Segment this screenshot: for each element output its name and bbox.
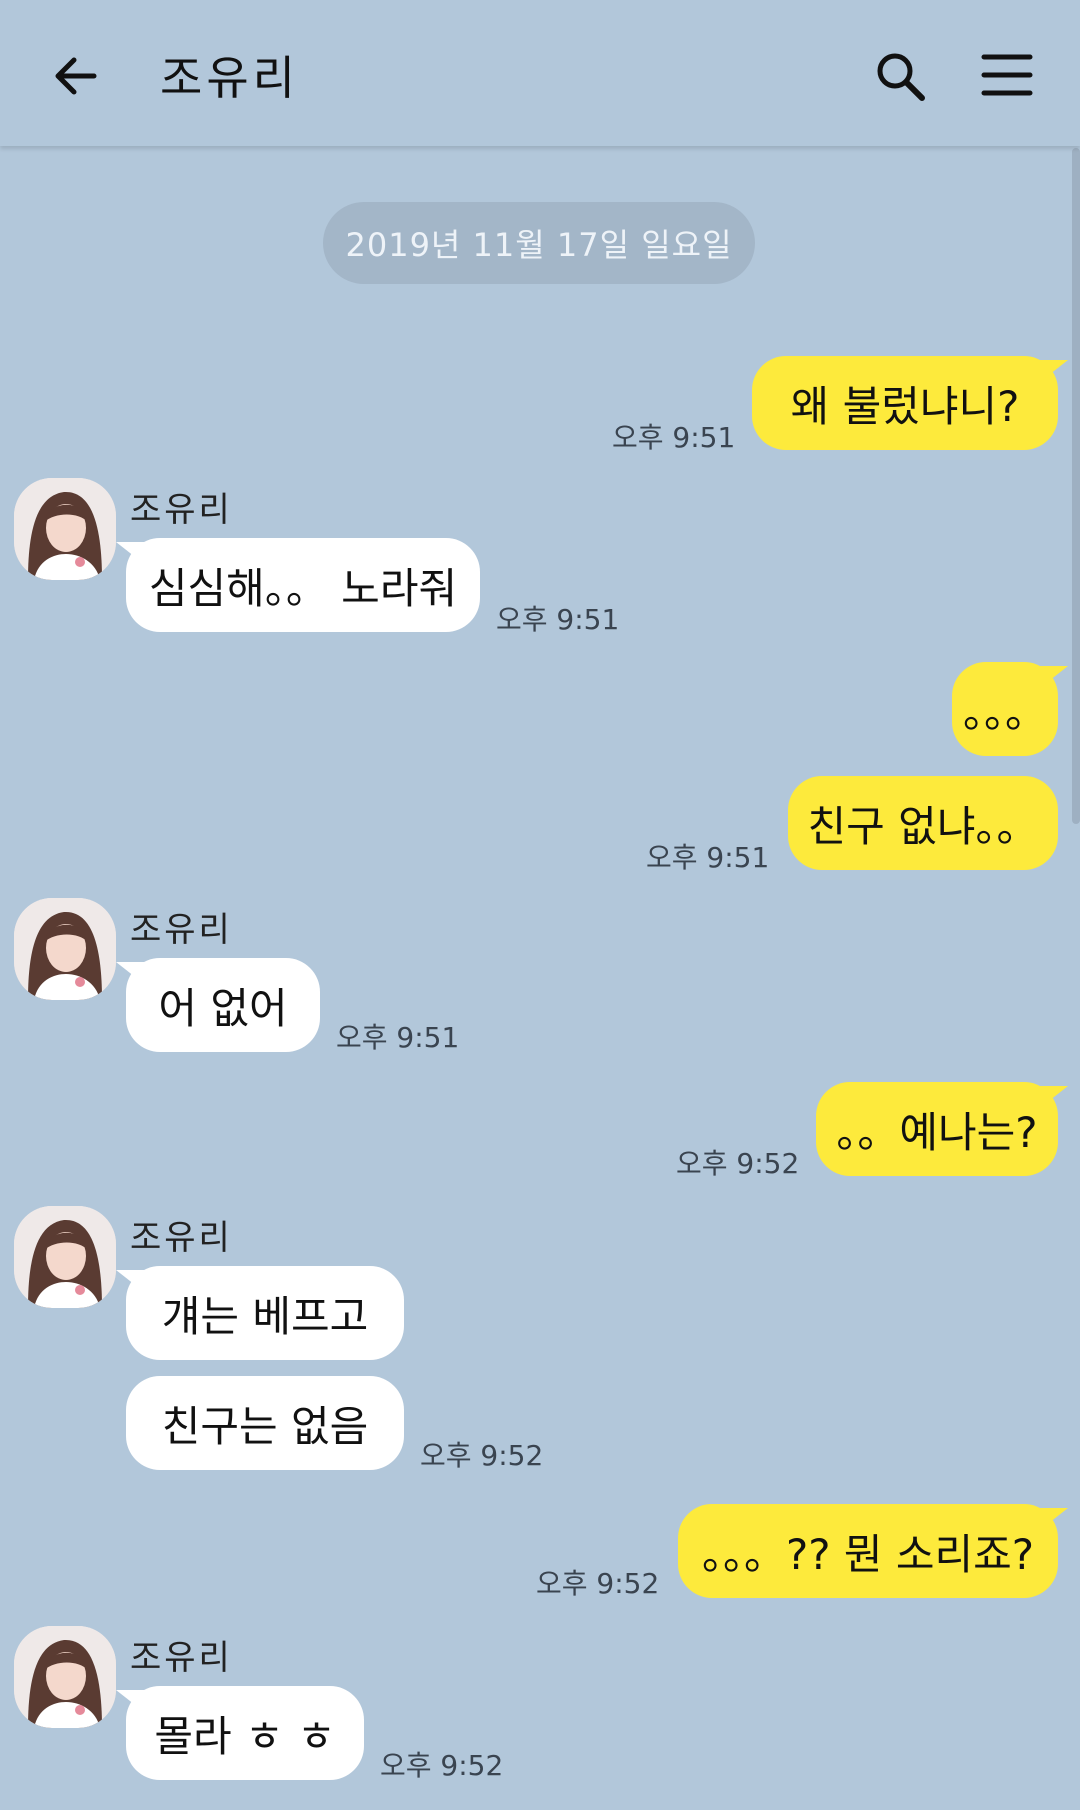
message-time: 오후 9:52 <box>420 1439 544 1472</box>
sender-name: 조유리 <box>130 910 233 950</box>
avatar[interactable] <box>14 478 116 580</box>
message-time: 오후 9:51 <box>336 1021 460 1054</box>
outgoing-message-bubble[interactable]: 。。예나는? <box>816 1082 1058 1176</box>
incoming-message-bubble[interactable]: 걔는 베프고 <box>126 1266 404 1360</box>
outgoing-message-bubble[interactable]: 친구 없냐。。 <box>788 776 1058 870</box>
outgoing-message-bubble[interactable]: 。。。?? 뭔 소리죠? <box>678 1504 1058 1598</box>
outgoing-message-bubble[interactable]: 왜 불렀냐니? <box>752 356 1058 450</box>
message-time: 오후 9:51 <box>496 603 620 636</box>
profile-photo-icon <box>14 1626 116 1728</box>
message-time: 오후 9:52 <box>380 1749 504 1782</box>
search-button[interactable] <box>872 48 928 104</box>
back-button[interactable] <box>50 50 102 102</box>
scrollbar[interactable] <box>1072 148 1080 824</box>
message-time: 오후 9:52 <box>536 1567 660 1600</box>
date-divider: 2019년 11월 17일 일요일 <box>323 202 755 284</box>
avatar[interactable] <box>14 1626 116 1728</box>
message-time: 오후 9:51 <box>612 421 736 454</box>
menu-button[interactable] <box>980 50 1034 100</box>
sender-name: 조유리 <box>130 1638 233 1678</box>
incoming-message-bubble[interactable]: 어 없어 <box>126 958 320 1052</box>
profile-photo-icon <box>14 478 116 580</box>
incoming-message-bubble[interactable]: 몰라 ㅎ ㅎ <box>126 1686 364 1780</box>
profile-photo-icon <box>14 898 116 1000</box>
message-time: 오후 9:51 <box>646 841 770 874</box>
profile-photo-icon <box>14 1206 116 1308</box>
message-time: 오후 9:52 <box>676 1147 800 1180</box>
sender-name: 조유리 <box>130 490 233 530</box>
incoming-message-bubble[interactable]: 심심해。。 노라줘 <box>126 538 480 632</box>
search-icon <box>877 53 925 101</box>
avatar[interactable] <box>14 898 116 1000</box>
hamburger-menu-icon <box>981 54 1033 96</box>
avatar[interactable] <box>14 1206 116 1308</box>
chat-header: 조유리 <box>0 0 1080 146</box>
arrow-left-icon <box>55 57 97 95</box>
sender-name: 조유리 <box>130 1218 233 1258</box>
outgoing-message-bubble[interactable]: 。。。 <box>952 662 1058 756</box>
incoming-message-bubble[interactable]: 친구는 없음 <box>126 1376 404 1470</box>
chat-title: 조유리 <box>160 51 299 105</box>
